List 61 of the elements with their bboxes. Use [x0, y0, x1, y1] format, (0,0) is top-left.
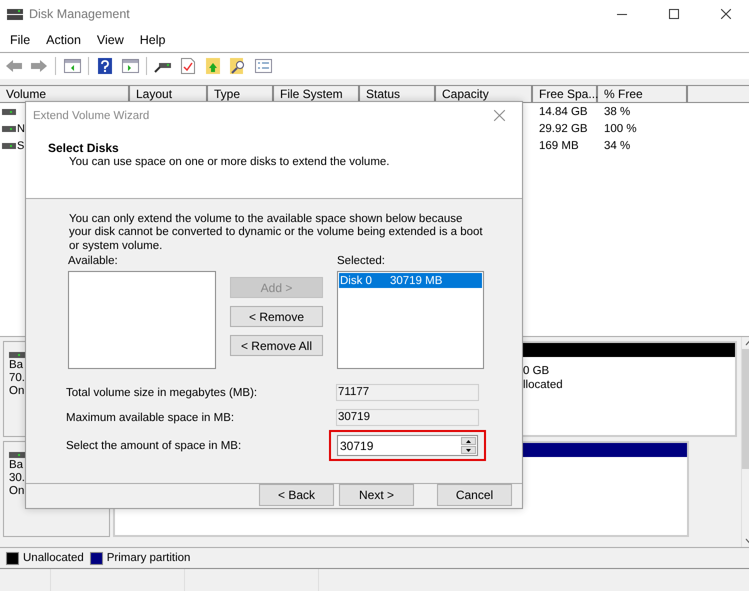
dialog-title: Extend Volume Wizard [33, 110, 150, 122]
table-cell-text: 100 % [603, 122, 638, 134]
down-arrow-icon [466, 448, 471, 452]
table-cell-text: 38 % [603, 106, 632, 118]
info-text: You can only extend the volume to the available space shown below because your disk cannot be converted to dynamic or the volume being extended is a boot or system volume. [69, 212, 484, 254]
readonly-field: 30719 [336, 409, 479, 426]
menu-item[interactable]: File [2, 33, 38, 47]
spin-up-button[interactable] [461, 437, 476, 446]
window-title: Disk Management [29, 7, 131, 21]
table-cell-text: 34 % [603, 140, 632, 152]
list-item[interactable]: Disk 0 30719 MB [339, 273, 482, 288]
menu-item[interactable]: View [88, 33, 132, 47]
field-label: Maximum available space in MB: [66, 412, 236, 424]
disk-info-text: Ba [9, 459, 24, 471]
disk-info-text: Ba [9, 359, 24, 371]
partition-info-text: llocated [523, 379, 564, 391]
disk-info-text: 30. [9, 472, 25, 484]
wizard-button[interactable]: Cancel [437, 484, 512, 506]
disk-management-icon [7, 7, 23, 21]
list-label: Available: [68, 255, 119, 268]
drive-icon [9, 452, 25, 458]
list-label: Selected: [337, 255, 386, 268]
partition-info-text: 0 GB [523, 365, 550, 377]
spin-down-button[interactable] [461, 446, 476, 454]
table-cell: S [17, 140, 24, 152]
legend-label: Primary partition [106, 552, 190, 564]
drive-icon [9, 352, 25, 358]
legend-label: Unallocated [23, 552, 84, 564]
drive-icon [2, 142, 16, 148]
menu-item[interactable]: Help [132, 33, 174, 47]
disk-info-text: On [9, 385, 24, 397]
field-label: Total volume size in megabytes (MB): [66, 386, 258, 399]
table-cell: N [17, 122, 25, 134]
selected-list[interactable]: Disk 0 30719 MB [337, 271, 484, 370]
column-header[interactable]: % Free [598, 86, 688, 103]
wizard-button[interactable]: < Back [259, 484, 334, 506]
close-icon [494, 110, 504, 121]
disk-info-text: 70. [9, 372, 25, 384]
amount-spinner[interactable]: 30719 [337, 435, 478, 456]
page-heading: Select Disks [48, 141, 120, 155]
table-cell-text: 29.92 GB [538, 122, 589, 134]
maximize-icon [669, 9, 679, 19]
field-label: Select the amount of space in MB: [66, 440, 242, 452]
drive-icon [2, 108, 16, 114]
amount-input[interactable]: 30719 [338, 438, 461, 453]
move-button[interactable]: < Remove [230, 306, 323, 328]
table-cell-text: 169 MB [538, 140, 580, 152]
page-subheading: You can use space on one or more disks to extend the volume. [68, 156, 390, 168]
move-button[interactable]: < Remove All [230, 335, 323, 356]
up-arrow-icon [466, 440, 471, 443]
readonly-field: 71177 [336, 384, 479, 402]
disk-info-text: On [9, 485, 24, 497]
column-header[interactable]: Free Spa... [533, 86, 598, 103]
table-cell-text: 14.84 GB [538, 106, 589, 118]
available-list[interactable] [68, 271, 216, 370]
help-icon [98, 58, 112, 74]
close-icon [721, 9, 731, 19]
drive-icon [2, 126, 16, 132]
column-header[interactable]: Volume [0, 86, 130, 103]
wizard-button[interactable]: Next > [339, 484, 414, 506]
menu-item[interactable]: Action [38, 33, 89, 47]
